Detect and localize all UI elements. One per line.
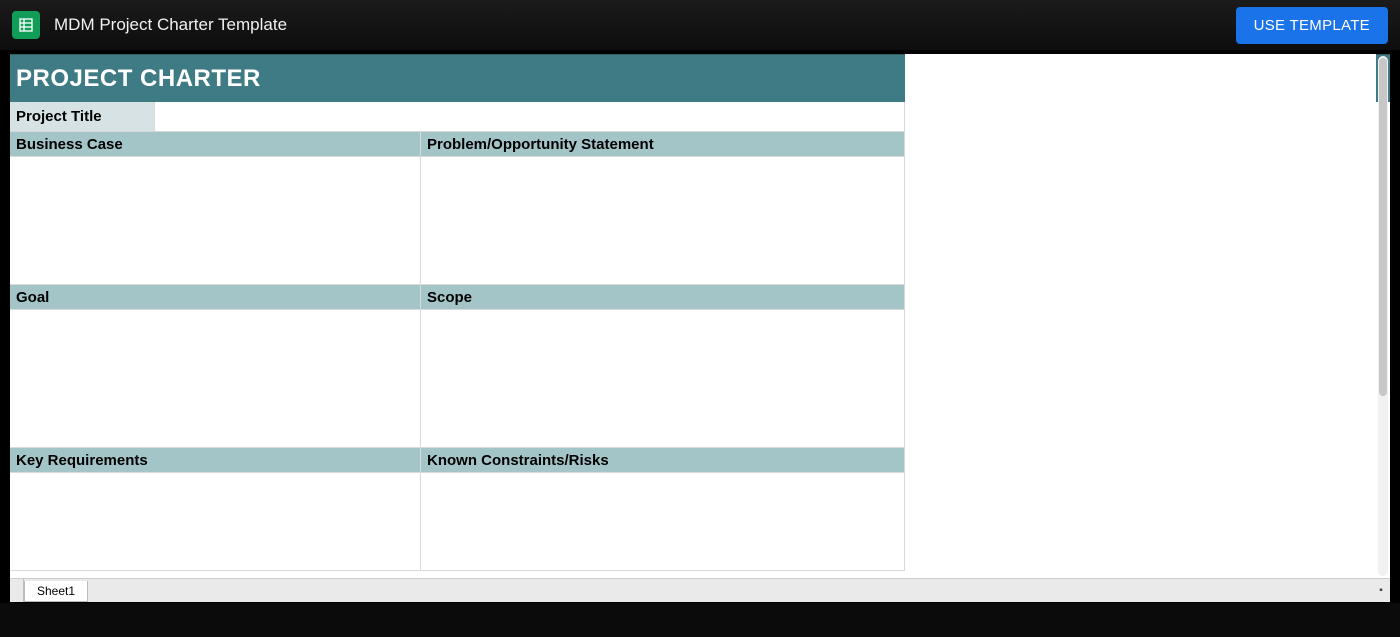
project-title-row: Project Title bbox=[10, 102, 905, 132]
tabbar-spacer bbox=[10, 579, 24, 602]
scope-header: Scope bbox=[421, 285, 905, 310]
spreadsheet-icon bbox=[18, 17, 34, 33]
content-row-2 bbox=[10, 310, 905, 448]
business-case-cell[interactable] bbox=[10, 157, 421, 285]
window-bottom-border bbox=[0, 603, 1400, 637]
tabbar-collapse-icon[interactable]: ▪ bbox=[1372, 579, 1390, 602]
sheet-body: PROJECT CHARTER Project Title Business C… bbox=[10, 54, 1390, 578]
empty-columns-area bbox=[905, 54, 1376, 552]
goal-header: Goal bbox=[10, 285, 421, 310]
top-bar: MDM Project Charter Template USE TEMPLAT… bbox=[0, 0, 1400, 50]
section-head-1: Business Case Problem/Opportunity Statem… bbox=[10, 132, 905, 157]
content-row-1 bbox=[10, 157, 905, 285]
known-constraints-header: Known Constraints/Risks bbox=[421, 448, 905, 473]
document-title: MDM Project Charter Template bbox=[54, 15, 287, 35]
project-title-input-cell[interactable] bbox=[155, 102, 905, 132]
scope-cell[interactable] bbox=[421, 310, 905, 448]
sheet-tab-sheet1[interactable]: Sheet1 bbox=[24, 581, 88, 602]
tabbar-filler bbox=[88, 579, 1372, 602]
sheet-tab-bar: Sheet1 ▪ bbox=[10, 578, 1390, 602]
known-constraints-cell[interactable] bbox=[421, 473, 905, 571]
project-title-label: Project Title bbox=[10, 102, 155, 132]
scrollbar-thumb[interactable] bbox=[1379, 58, 1387, 396]
problem-statement-header: Problem/Opportunity Statement bbox=[421, 132, 905, 157]
vertical-scrollbar[interactable] bbox=[1378, 56, 1388, 576]
business-case-header: Business Case bbox=[10, 132, 421, 157]
section-head-2: Goal Scope bbox=[10, 285, 905, 310]
goal-cell[interactable] bbox=[10, 310, 421, 448]
key-requirements-cell[interactable] bbox=[10, 473, 421, 571]
sheet-viewport: PROJECT CHARTER Project Title Business C… bbox=[10, 54, 1390, 602]
section-head-3: Key Requirements Known Constraints/Risks bbox=[10, 448, 905, 473]
use-template-button[interactable]: USE TEMPLATE bbox=[1236, 7, 1388, 44]
key-requirements-header: Key Requirements bbox=[10, 448, 421, 473]
content-row-3 bbox=[10, 473, 905, 571]
sheets-app-icon bbox=[12, 11, 40, 39]
problem-statement-cell[interactable] bbox=[421, 157, 905, 285]
